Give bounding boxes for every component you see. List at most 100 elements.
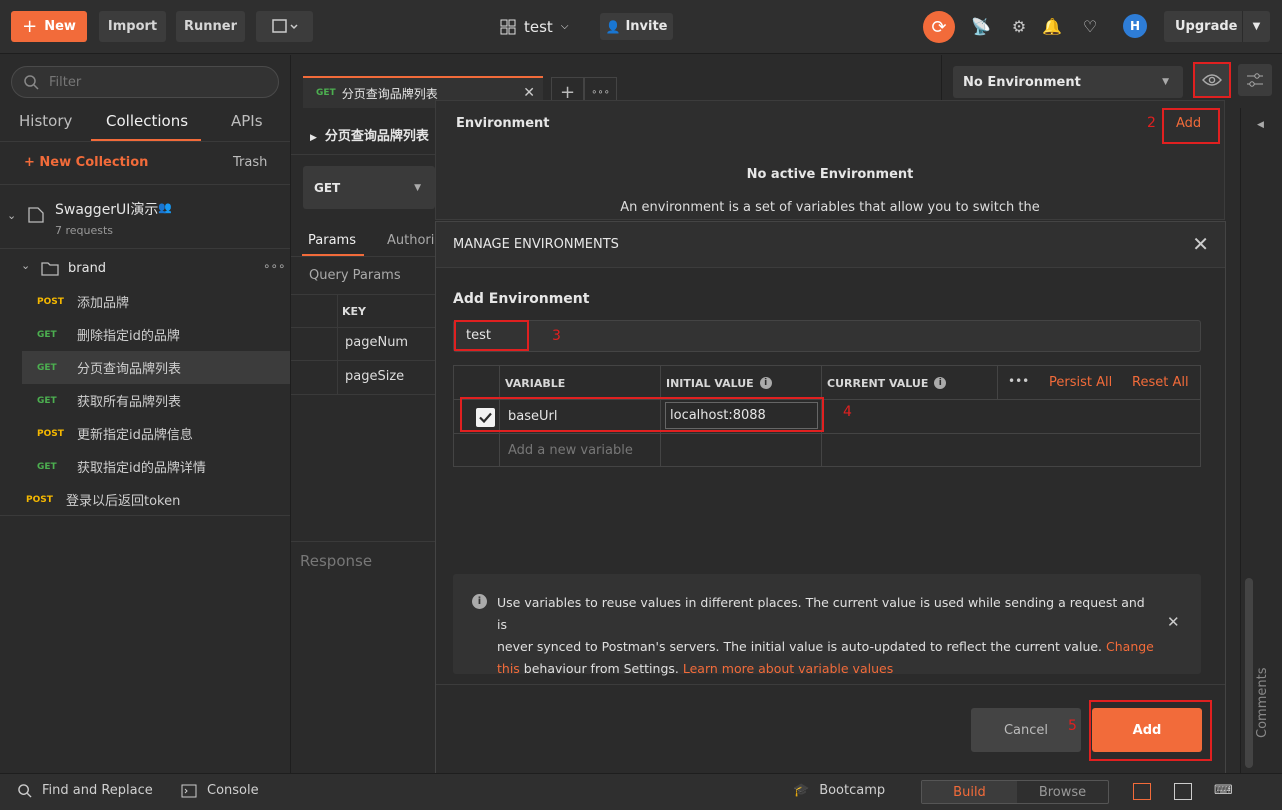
column-initial-value: INITIAL VALUE i xyxy=(666,366,772,400)
build-tab[interactable]: Build xyxy=(922,781,1017,803)
eye-icon[interactable] xyxy=(1193,62,1231,98)
annotation-number: 3 xyxy=(552,328,561,344)
tab-authorization[interactable]: Authori xyxy=(387,233,434,248)
response-label: Response xyxy=(300,552,373,570)
close-icon[interactable]: ✕ xyxy=(523,85,535,101)
list-item[interactable]: GET 删除指定id的品牌 xyxy=(0,318,290,351)
list-item[interactable]: GET 获取所有品牌列表 xyxy=(0,384,290,417)
invite-button[interactable]: 👤 Invite xyxy=(600,13,673,40)
annotation-number: 5 xyxy=(1068,718,1077,734)
divider xyxy=(454,433,1200,434)
folder-icon xyxy=(41,262,59,276)
column-variable: VARIABLE xyxy=(505,376,566,390)
new-variable-input[interactable]: Add a new variable xyxy=(508,443,633,458)
chevron-down-icon[interactable]: ⌄ xyxy=(7,209,16,222)
modal-header: MANAGE ENVIRONMENTS ✕ xyxy=(436,222,1225,268)
annotation-number: 4 xyxy=(843,404,852,420)
close-icon[interactable]: ✕ xyxy=(1167,613,1180,631)
tab-apis[interactable]: APIs xyxy=(231,112,263,142)
info-icon[interactable]: i xyxy=(934,377,947,389)
tab-params[interactable]: Params xyxy=(308,233,356,248)
workspace-switcher[interactable]: test ⌵ xyxy=(500,11,568,42)
annotation-box xyxy=(454,320,529,351)
collection-item[interactable]: ⌄ SwaggerUI演示 👥 7 requests xyxy=(0,185,290,247)
upgrade-button[interactable]: Upgrade ▼ xyxy=(1164,11,1270,42)
layout-single-icon[interactable] xyxy=(1133,783,1151,800)
settings-icon[interactable]: ⚙ xyxy=(1008,15,1030,37)
add-user-icon: 👤 xyxy=(605,19,621,34)
console-icon xyxy=(181,784,197,797)
learn-more-link[interactable]: Learn more about variable values xyxy=(683,661,893,676)
sidebar: Filter History Collections APIs + New Co… xyxy=(0,55,291,773)
list-item[interactable]: POST 更新指定id品牌信息 xyxy=(0,417,290,450)
top-bar: + New Import Runner test ⌵ 👤 Invite ⟳ 📡 … xyxy=(0,0,1282,54)
list-item[interactable]: POST 登录以后返回token xyxy=(0,483,290,516)
param-key[interactable]: pageNum xyxy=(345,335,408,350)
keyboard-icon[interactable]: ⌨ xyxy=(1214,783,1233,800)
list-item[interactable]: POST 添加品牌 xyxy=(0,285,290,318)
folder-name: brand xyxy=(68,261,107,276)
caret-down-icon[interactable]: ▼ xyxy=(1242,11,1270,42)
console-button[interactable]: Console xyxy=(181,783,259,798)
new-collection-button[interactable]: + New Collection xyxy=(24,155,148,170)
find-replace-button[interactable]: Find and Replace xyxy=(18,783,153,798)
heart-icon[interactable]: ♡ xyxy=(1079,15,1101,37)
list-item-active[interactable]: GET 分页查询品牌列表 xyxy=(22,351,290,384)
change-link[interactable]: Change xyxy=(1106,639,1154,654)
folder-item[interactable]: ⌄ brand ∘∘∘ xyxy=(0,253,290,285)
modal-title: MANAGE ENVIRONMENTS xyxy=(453,237,619,252)
workspace-name: test xyxy=(524,17,553,36)
environment-name-input[interactable]: test xyxy=(453,320,1201,352)
annotation-number: 2 xyxy=(1147,115,1156,131)
more-icon[interactable]: ∘∘∘ xyxy=(263,259,286,273)
caret-down-icon: ▼ xyxy=(1162,77,1169,87)
query-params-label: Query Params xyxy=(309,268,401,283)
close-icon[interactable]: ✕ xyxy=(1192,232,1209,256)
comments-label[interactable]: Comments xyxy=(1255,668,1270,738)
info-icon: i xyxy=(472,594,487,609)
change-link[interactable]: this xyxy=(497,661,520,676)
layout-split-icon[interactable] xyxy=(1174,783,1192,800)
sliders-icon[interactable] xyxy=(1238,64,1272,96)
param-key[interactable]: pageSize xyxy=(345,369,404,384)
chevron-down-icon[interactable]: ⌄ xyxy=(21,259,30,272)
info-icon[interactable]: i xyxy=(759,377,772,389)
tab-history[interactable]: History xyxy=(19,112,72,142)
import-button[interactable]: Import xyxy=(99,11,166,42)
manage-environments-modal: MANAGE ENVIRONMENTS ✕ Add Environment te… xyxy=(435,221,1226,776)
runner-button[interactable]: Runner xyxy=(176,11,245,42)
bell-icon[interactable]: 🔔 xyxy=(1041,15,1063,37)
divider xyxy=(0,248,290,249)
trash-button[interactable]: Trash xyxy=(233,155,267,170)
method-select[interactable]: GET ▼ xyxy=(303,166,435,209)
new-button[interactable]: + New xyxy=(11,11,87,42)
new-window-button[interactable] xyxy=(256,11,313,42)
sync-icon[interactable]: ⟳ xyxy=(923,11,955,43)
graduation-cap-icon: 🎓 xyxy=(793,783,810,798)
search-input[interactable]: Filter xyxy=(11,66,279,98)
annotation-box xyxy=(1162,108,1220,144)
breadcrumb: ▶ 分页查询品牌列表 xyxy=(310,129,429,144)
cancel-button[interactable]: Cancel xyxy=(971,708,1081,752)
tab-collections[interactable]: Collections xyxy=(106,112,188,142)
chevron-left-icon[interactable]: ◀ xyxy=(1257,120,1264,130)
persist-all-button[interactable]: Persist All xyxy=(1049,375,1112,390)
env-description: An environment is a set of variables tha… xyxy=(620,200,1040,215)
satellite-icon[interactable]: 📡 xyxy=(970,15,992,37)
right-rail: ◀ Comments xyxy=(1240,108,1282,773)
more-icon[interactable]: ••• xyxy=(1008,374,1029,388)
status-bar: Find and Replace Console 🎓 Bootcamp Buil… xyxy=(0,773,1282,810)
collection-count: 7 requests xyxy=(55,224,114,237)
section-title: Add Environment xyxy=(453,291,590,307)
env-panel-title: Environment xyxy=(456,116,550,131)
environment-select[interactable]: No Environment ▼ xyxy=(953,66,1183,98)
browse-tab[interactable]: Browse xyxy=(1017,781,1108,803)
list-item[interactable]: GET 获取指定id的品牌详情 xyxy=(0,450,290,483)
mode-toggle[interactable]: Build Browse xyxy=(921,780,1109,804)
reset-all-button[interactable]: Reset All xyxy=(1132,375,1189,390)
bootcamp-button[interactable]: 🎓 Bootcamp xyxy=(793,783,885,798)
scrollbar[interactable] xyxy=(1245,578,1253,768)
column-current-value: CURRENT VALUE i xyxy=(827,366,947,400)
chevron-right-icon[interactable]: ▶ xyxy=(310,133,317,143)
avatar[interactable]: H xyxy=(1123,14,1147,38)
